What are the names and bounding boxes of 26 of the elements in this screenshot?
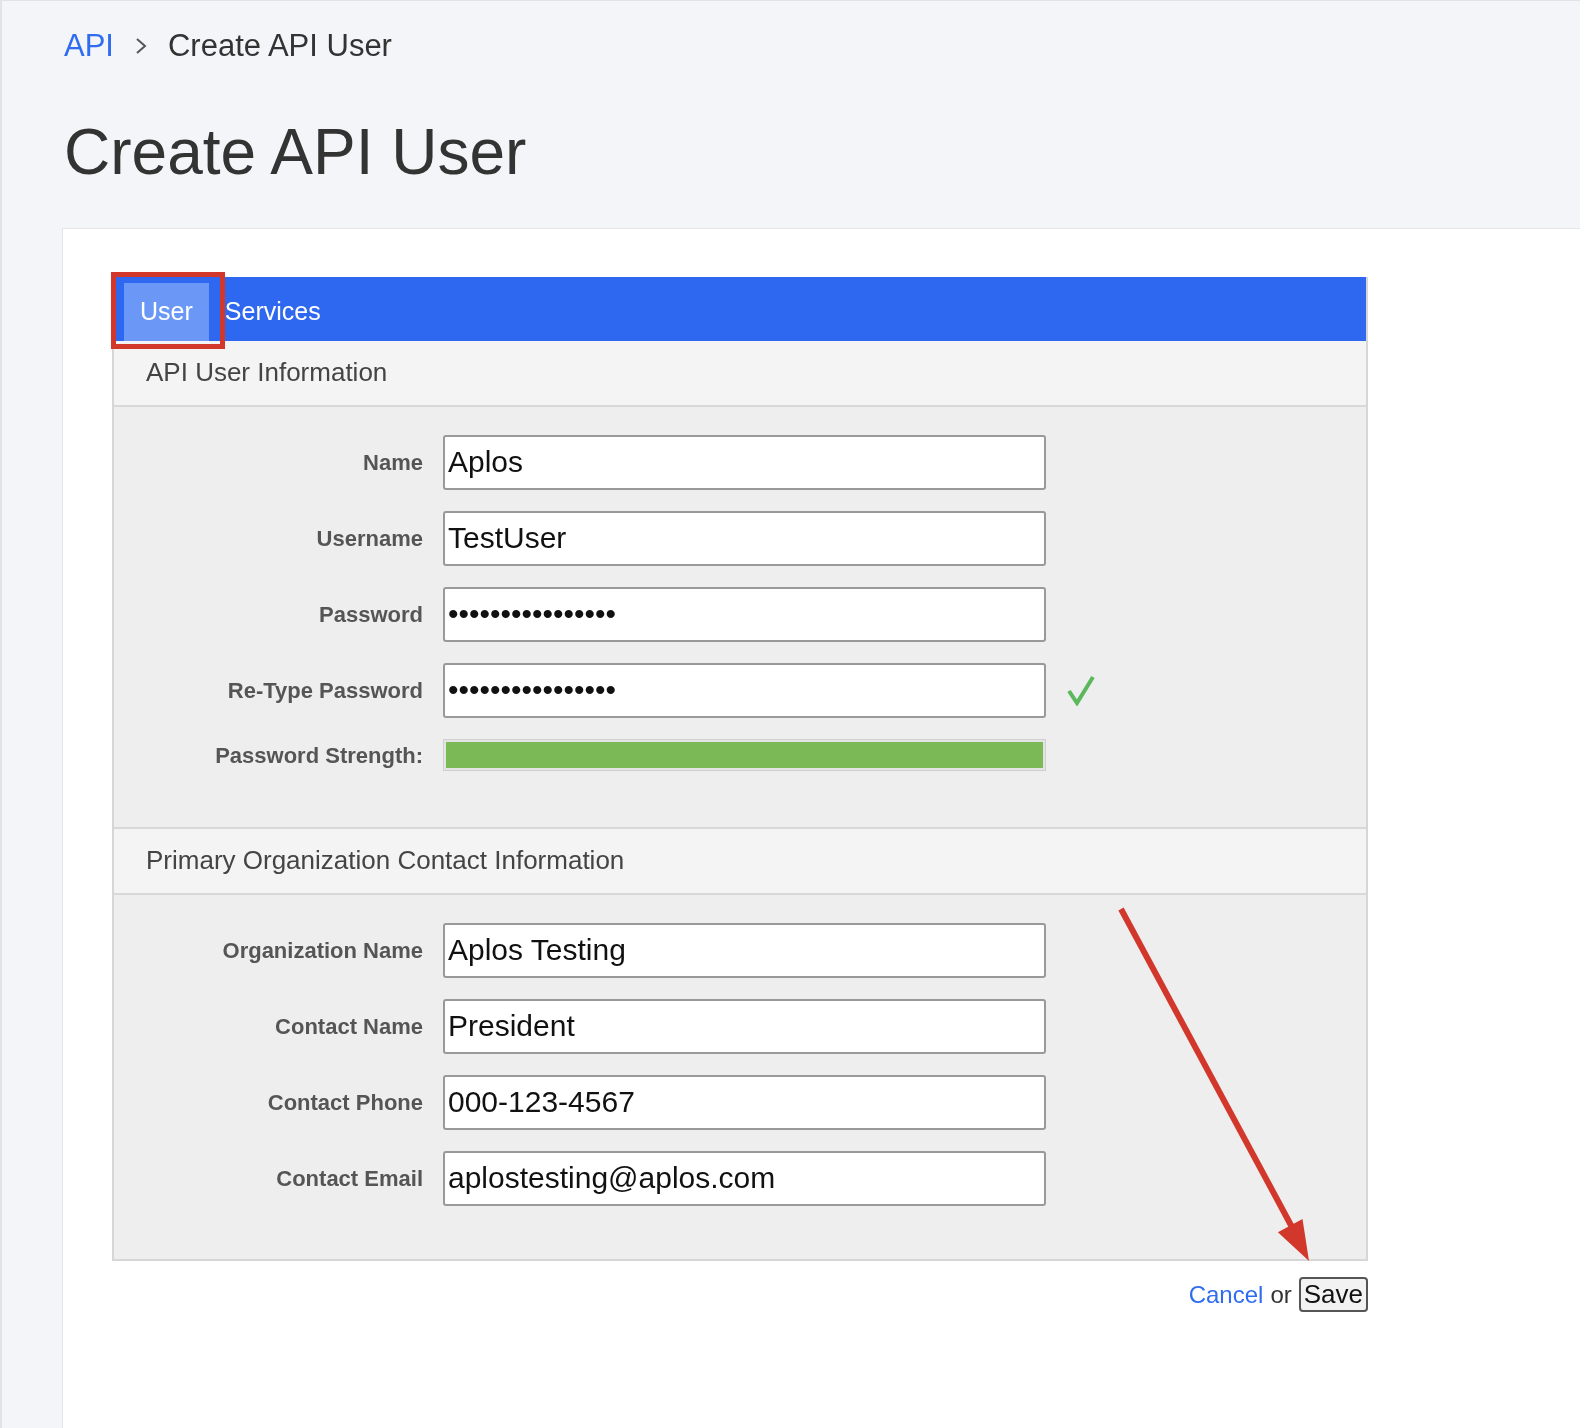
- input-field[interactable]: aplostesting@aplos.com: [443, 1150, 1046, 1206]
- field-label: Username: [315, 524, 423, 553]
- input-field[interactable]: ••••••••••••••••: [443, 662, 1046, 718]
- field-label: Contact Name: [274, 1012, 423, 1041]
- field-label: Password: [318, 600, 423, 629]
- breadcrumb-link[interactable]: API: [64, 23, 114, 70]
- section-header: API User Information: [114, 340, 1366, 407]
- field-label: Re-Type Password: [226, 676, 423, 705]
- input-field[interactable]: TestUser: [443, 510, 1046, 566]
- field-label: Contact Email: [275, 1164, 423, 1193]
- input-field[interactable]: 000-123-4567: [443, 1074, 1046, 1130]
- save-button[interactable]: Save: [1298, 1276, 1368, 1313]
- separator-text: or: [1270, 1279, 1292, 1310]
- section-header: Primary Organization Contact Information: [114, 828, 1366, 895]
- cancel-link[interactable]: Cancel: [1188, 1276, 1264, 1313]
- field-label: Password Strength:: [214, 741, 423, 770]
- tab[interactable]: Services: [208, 282, 337, 341]
- field-label: Organization Name: [221, 936, 423, 965]
- input-field[interactable]: Aplos: [443, 434, 1046, 490]
- input-field[interactable]: President: [443, 998, 1046, 1054]
- field-label: Name: [362, 448, 423, 477]
- input-field[interactable]: ••••••••••••••••: [443, 586, 1046, 642]
- breadcrumb-current: Create API User: [167, 27, 392, 65]
- page-title: Create API User: [64, 119, 528, 184]
- field-label: Contact Phone: [266, 1088, 423, 1117]
- input-field[interactable]: Aplos Testing: [443, 922, 1046, 978]
